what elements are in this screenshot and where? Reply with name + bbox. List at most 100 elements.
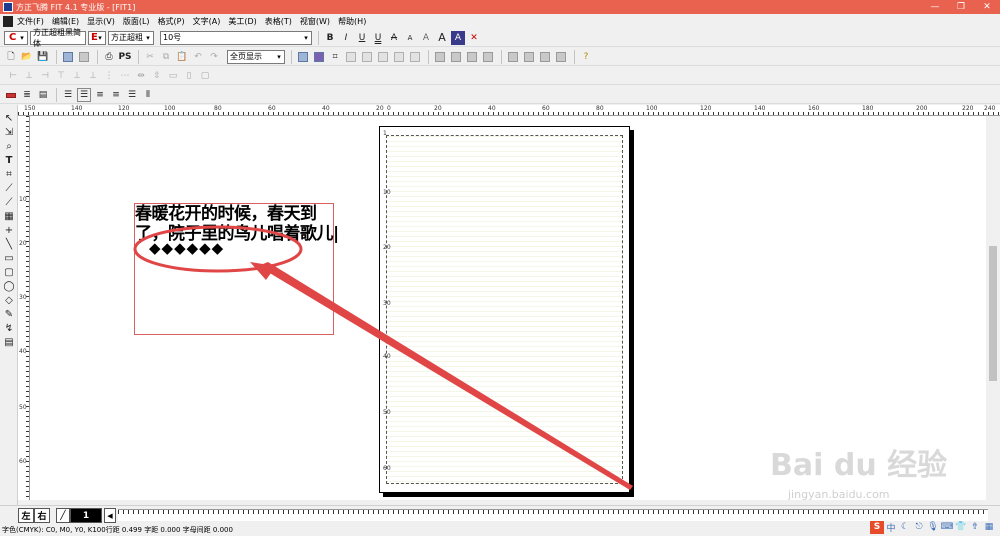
align-middle-icon[interactable]: ⊥ xyxy=(70,69,84,83)
print-icon[interactable]: ⎙ xyxy=(102,50,116,64)
import-icon[interactable] xyxy=(61,50,75,64)
skin-icon[interactable]: 👕 xyxy=(954,522,968,532)
keyboard-icon[interactable]: ⌨ xyxy=(940,522,954,532)
redo-icon[interactable]: ↷ xyxy=(207,50,221,64)
rounded-rect-tool-icon[interactable]: ▢ xyxy=(0,265,18,279)
toolbox-icon[interactable]: ⇮ xyxy=(968,522,982,532)
double-underline-button[interactable]: U xyxy=(371,31,385,45)
para-align-right-icon[interactable]: ≡ xyxy=(109,88,123,102)
sogou-ime-icon[interactable]: S xyxy=(870,520,884,534)
open-folder-icon[interactable]: 📂 xyxy=(20,50,34,64)
group-icon[interactable] xyxy=(506,50,520,64)
menu-text[interactable]: 文字(A) xyxy=(193,16,221,27)
underline-button[interactable]: U xyxy=(355,31,369,45)
chinese-font-select[interactable]: 方正超粗黑简体 xyxy=(30,28,86,48)
english-font-select[interactable]: 方正超粗 ▾ xyxy=(108,30,154,45)
para-align-left-icon[interactable]: ☰ xyxy=(61,88,75,102)
bold-button[interactable]: B xyxy=(323,31,337,45)
save-icon[interactable]: 💾 xyxy=(36,50,50,64)
shadow-text-button[interactable]: A xyxy=(403,31,417,45)
text-block-icon[interactable] xyxy=(392,50,406,64)
text-line-1[interactable]: 春暖花开的时候，春天到 xyxy=(135,204,333,224)
transform-tool-icon[interactable]: ⇲ xyxy=(0,125,18,139)
text-tool-icon[interactable]: T xyxy=(0,153,18,167)
ellipse-tool-icon[interactable]: ◯ xyxy=(0,279,18,293)
layer-icon[interactable] xyxy=(296,50,310,64)
menu-table[interactable]: 表格(T) xyxy=(265,16,292,27)
menu-file[interactable]: 文件(F) xyxy=(17,16,44,27)
menu-window[interactable]: 视窗(W) xyxy=(300,16,330,27)
english-font-label-combo[interactable]: E ▾ xyxy=(88,30,106,45)
horizontal-scrollbar[interactable] xyxy=(118,509,988,521)
rectangle-tool-icon[interactable]: ▭ xyxy=(0,251,18,265)
pen-tool-icon[interactable]: ✎ xyxy=(0,307,18,321)
zoom-select[interactable]: 全页显示 ▾ xyxy=(227,49,285,64)
diamond-tool-icon[interactable]: ◇ xyxy=(0,293,18,307)
edit-panel-icon[interactable] xyxy=(554,50,568,64)
left-page-button[interactable]: 左 xyxy=(18,508,34,523)
distribute-v-icon[interactable]: ⋯ xyxy=(118,69,132,83)
table-icon[interactable] xyxy=(408,50,422,64)
link-tool-icon[interactable]: ⟋ xyxy=(0,181,18,195)
para-align-center-icon[interactable]: ≡ xyxy=(93,88,107,102)
para-align-distribute-icon[interactable]: ☰ xyxy=(125,88,139,102)
strikethrough-button[interactable]: A xyxy=(387,31,401,45)
same-width-icon[interactable]: ▭ xyxy=(166,69,180,83)
menu-format[interactable]: 格式(P) xyxy=(158,16,185,27)
right-page-button[interactable]: 右 xyxy=(34,508,50,523)
align-left-icon[interactable]: ⊢ xyxy=(6,69,20,83)
zoom-tool-icon[interactable]: ⌕ xyxy=(0,139,18,153)
para-align-justify-icon[interactable]: ☰ xyxy=(77,88,91,102)
vertical-text-icon[interactable]: ≣ xyxy=(20,88,34,102)
align-panel-icon[interactable] xyxy=(538,50,552,64)
vertical-scrollbar[interactable] xyxy=(986,116,1000,500)
flow-end-icon[interactable] xyxy=(481,50,495,64)
copy-icon[interactable]: ⧉ xyxy=(159,50,173,64)
ungroup-icon[interactable] xyxy=(522,50,536,64)
guide-icon[interactable]: ⌗ xyxy=(328,50,342,64)
reverse-text-button[interactable]: A xyxy=(451,30,465,45)
menu-art[interactable]: 美工(D) xyxy=(228,16,256,27)
master-page-tab[interactable]: ╱ xyxy=(56,508,70,523)
text-direction-icon[interactable] xyxy=(4,88,18,102)
cut-icon[interactable]: ✂ xyxy=(143,50,157,64)
page-scroll-left-icon[interactable]: ◀ xyxy=(104,508,116,523)
page[interactable]: 1 10 20 30 40 50 60 xyxy=(379,126,630,493)
document-canvas[interactable]: 1 10 20 30 40 50 60 春暖花开的时候，春天到 了，院子里的鸟儿… xyxy=(30,116,986,501)
align-center-icon[interactable]: ⊥ xyxy=(22,69,36,83)
font-size-select[interactable]: 10号 ▾ xyxy=(160,30,312,45)
chinese-font-label-combo[interactable]: C ▾ xyxy=(4,30,28,45)
table-tool-icon[interactable]: ▦ xyxy=(0,209,18,223)
crop-tool-icon[interactable]: ⌗ xyxy=(0,167,18,181)
same-size-icon[interactable]: ▢ xyxy=(198,69,212,83)
menu-edit[interactable]: 编辑(E) xyxy=(52,16,79,27)
ps-output-button[interactable]: PS xyxy=(118,50,132,64)
same-height-icon[interactable]: ▯ xyxy=(182,69,196,83)
menu-help[interactable]: 帮助(H) xyxy=(338,16,366,27)
punctuation-icon[interactable]: ⎋ xyxy=(912,522,926,532)
restore-button[interactable]: ❐ xyxy=(948,0,974,14)
menu-layout[interactable]: 版面(L) xyxy=(123,16,150,27)
bezier-tool-icon[interactable]: ↯ xyxy=(0,321,18,335)
align-bottom-icon[interactable]: ⊥ xyxy=(86,69,100,83)
menu-view[interactable]: 显示(V) xyxy=(87,16,115,27)
new-file-icon[interactable]: 🗋 xyxy=(4,50,18,64)
unlink-tool-icon[interactable]: ⟋ xyxy=(0,195,18,209)
column-icon[interactable] xyxy=(344,50,358,64)
space-h-icon[interactable]: ⇹ xyxy=(134,69,148,83)
align-right-icon[interactable]: ⊣ xyxy=(38,69,52,83)
clear-format-button[interactable]: ✕ xyxy=(467,31,481,45)
unlink-icon[interactable] xyxy=(449,50,463,64)
minimize-button[interactable]: — xyxy=(922,0,948,14)
para-align-full-icon[interactable]: ⦀ xyxy=(141,88,155,102)
crosshair-tool-icon[interactable]: + xyxy=(0,223,18,237)
distribute-h-icon[interactable]: ⋮ xyxy=(102,69,116,83)
line-tool-icon[interactable]: ╲ xyxy=(0,237,18,251)
page-setup-icon[interactable] xyxy=(360,50,374,64)
flow-icon[interactable] xyxy=(465,50,479,64)
document-icon[interactable] xyxy=(3,15,13,27)
moon-icon[interactable]: ☾ xyxy=(898,522,912,532)
link-icon[interactable] xyxy=(433,50,447,64)
microphone-icon[interactable]: 🎙 xyxy=(926,522,940,532)
space-v-icon[interactable]: ⇳ xyxy=(150,69,164,83)
